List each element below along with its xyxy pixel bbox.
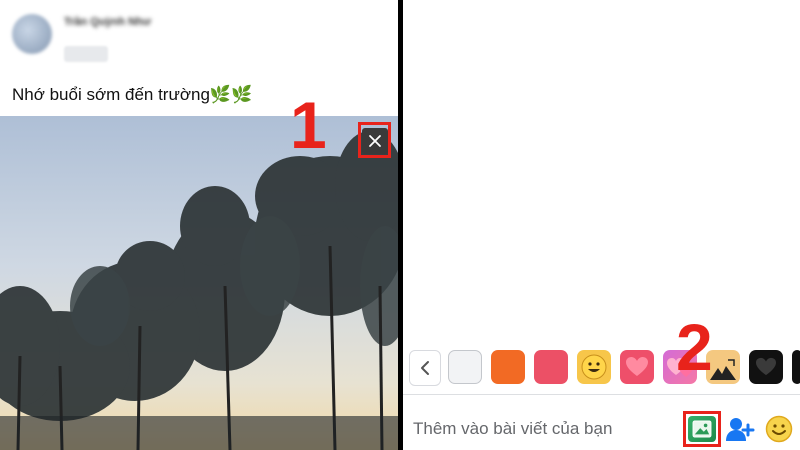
background-swatch-smiley[interactable]: [577, 350, 611, 384]
step-number-1: 1: [290, 88, 327, 162]
heart-icon: [626, 357, 648, 376]
avatar[interactable]: [12, 14, 52, 54]
highlight-box-remove-photo: [358, 122, 391, 158]
background-swatch-orange[interactable]: [491, 350, 525, 384]
background-picker: [403, 344, 800, 390]
tag-people-button[interactable]: [725, 416, 755, 442]
background-swatch-black[interactable]: [792, 350, 800, 384]
add-to-post-bar: Thêm vào bài viết của bạn: [403, 394, 800, 450]
privacy-selector[interactable]: [64, 46, 108, 62]
post-text[interactable]: Nhớ buổi sớm đến trường🌿🌿: [12, 85, 252, 105]
smiley-face-icon: [581, 354, 607, 380]
step-number-2: 2: [676, 310, 713, 384]
attached-photo: [0, 116, 398, 450]
highlight-box-add-photo: [683, 411, 721, 447]
tree-photo-image: [0, 116, 398, 450]
post-preview-pane: Trần Quỳnh Như Nhớ buổi sớm đến trường🌿🌿: [0, 0, 398, 450]
add-to-post-label: Thêm vào bài viết của bạn: [413, 419, 613, 438]
background-swatch-heart[interactable]: [620, 350, 654, 384]
composer-pane: 2 Thêm vào bài viết của bạn: [403, 0, 800, 450]
black-heart-icon: [756, 357, 776, 376]
background-swatch-black-heart[interactable]: [749, 350, 783, 384]
author-name[interactable]: Trần Quỳnh Như: [64, 16, 151, 28]
feeling-emoji-icon: [765, 415, 793, 443]
feeling-activity-button[interactable]: [765, 415, 793, 443]
tag-people-icon: [726, 418, 755, 441]
background-swatch-pink[interactable]: [534, 350, 568, 384]
collapse-backgrounds-button[interactable]: [409, 350, 441, 386]
background-swatch-white[interactable]: [448, 350, 482, 384]
chevron-left-icon: [421, 361, 429, 375]
